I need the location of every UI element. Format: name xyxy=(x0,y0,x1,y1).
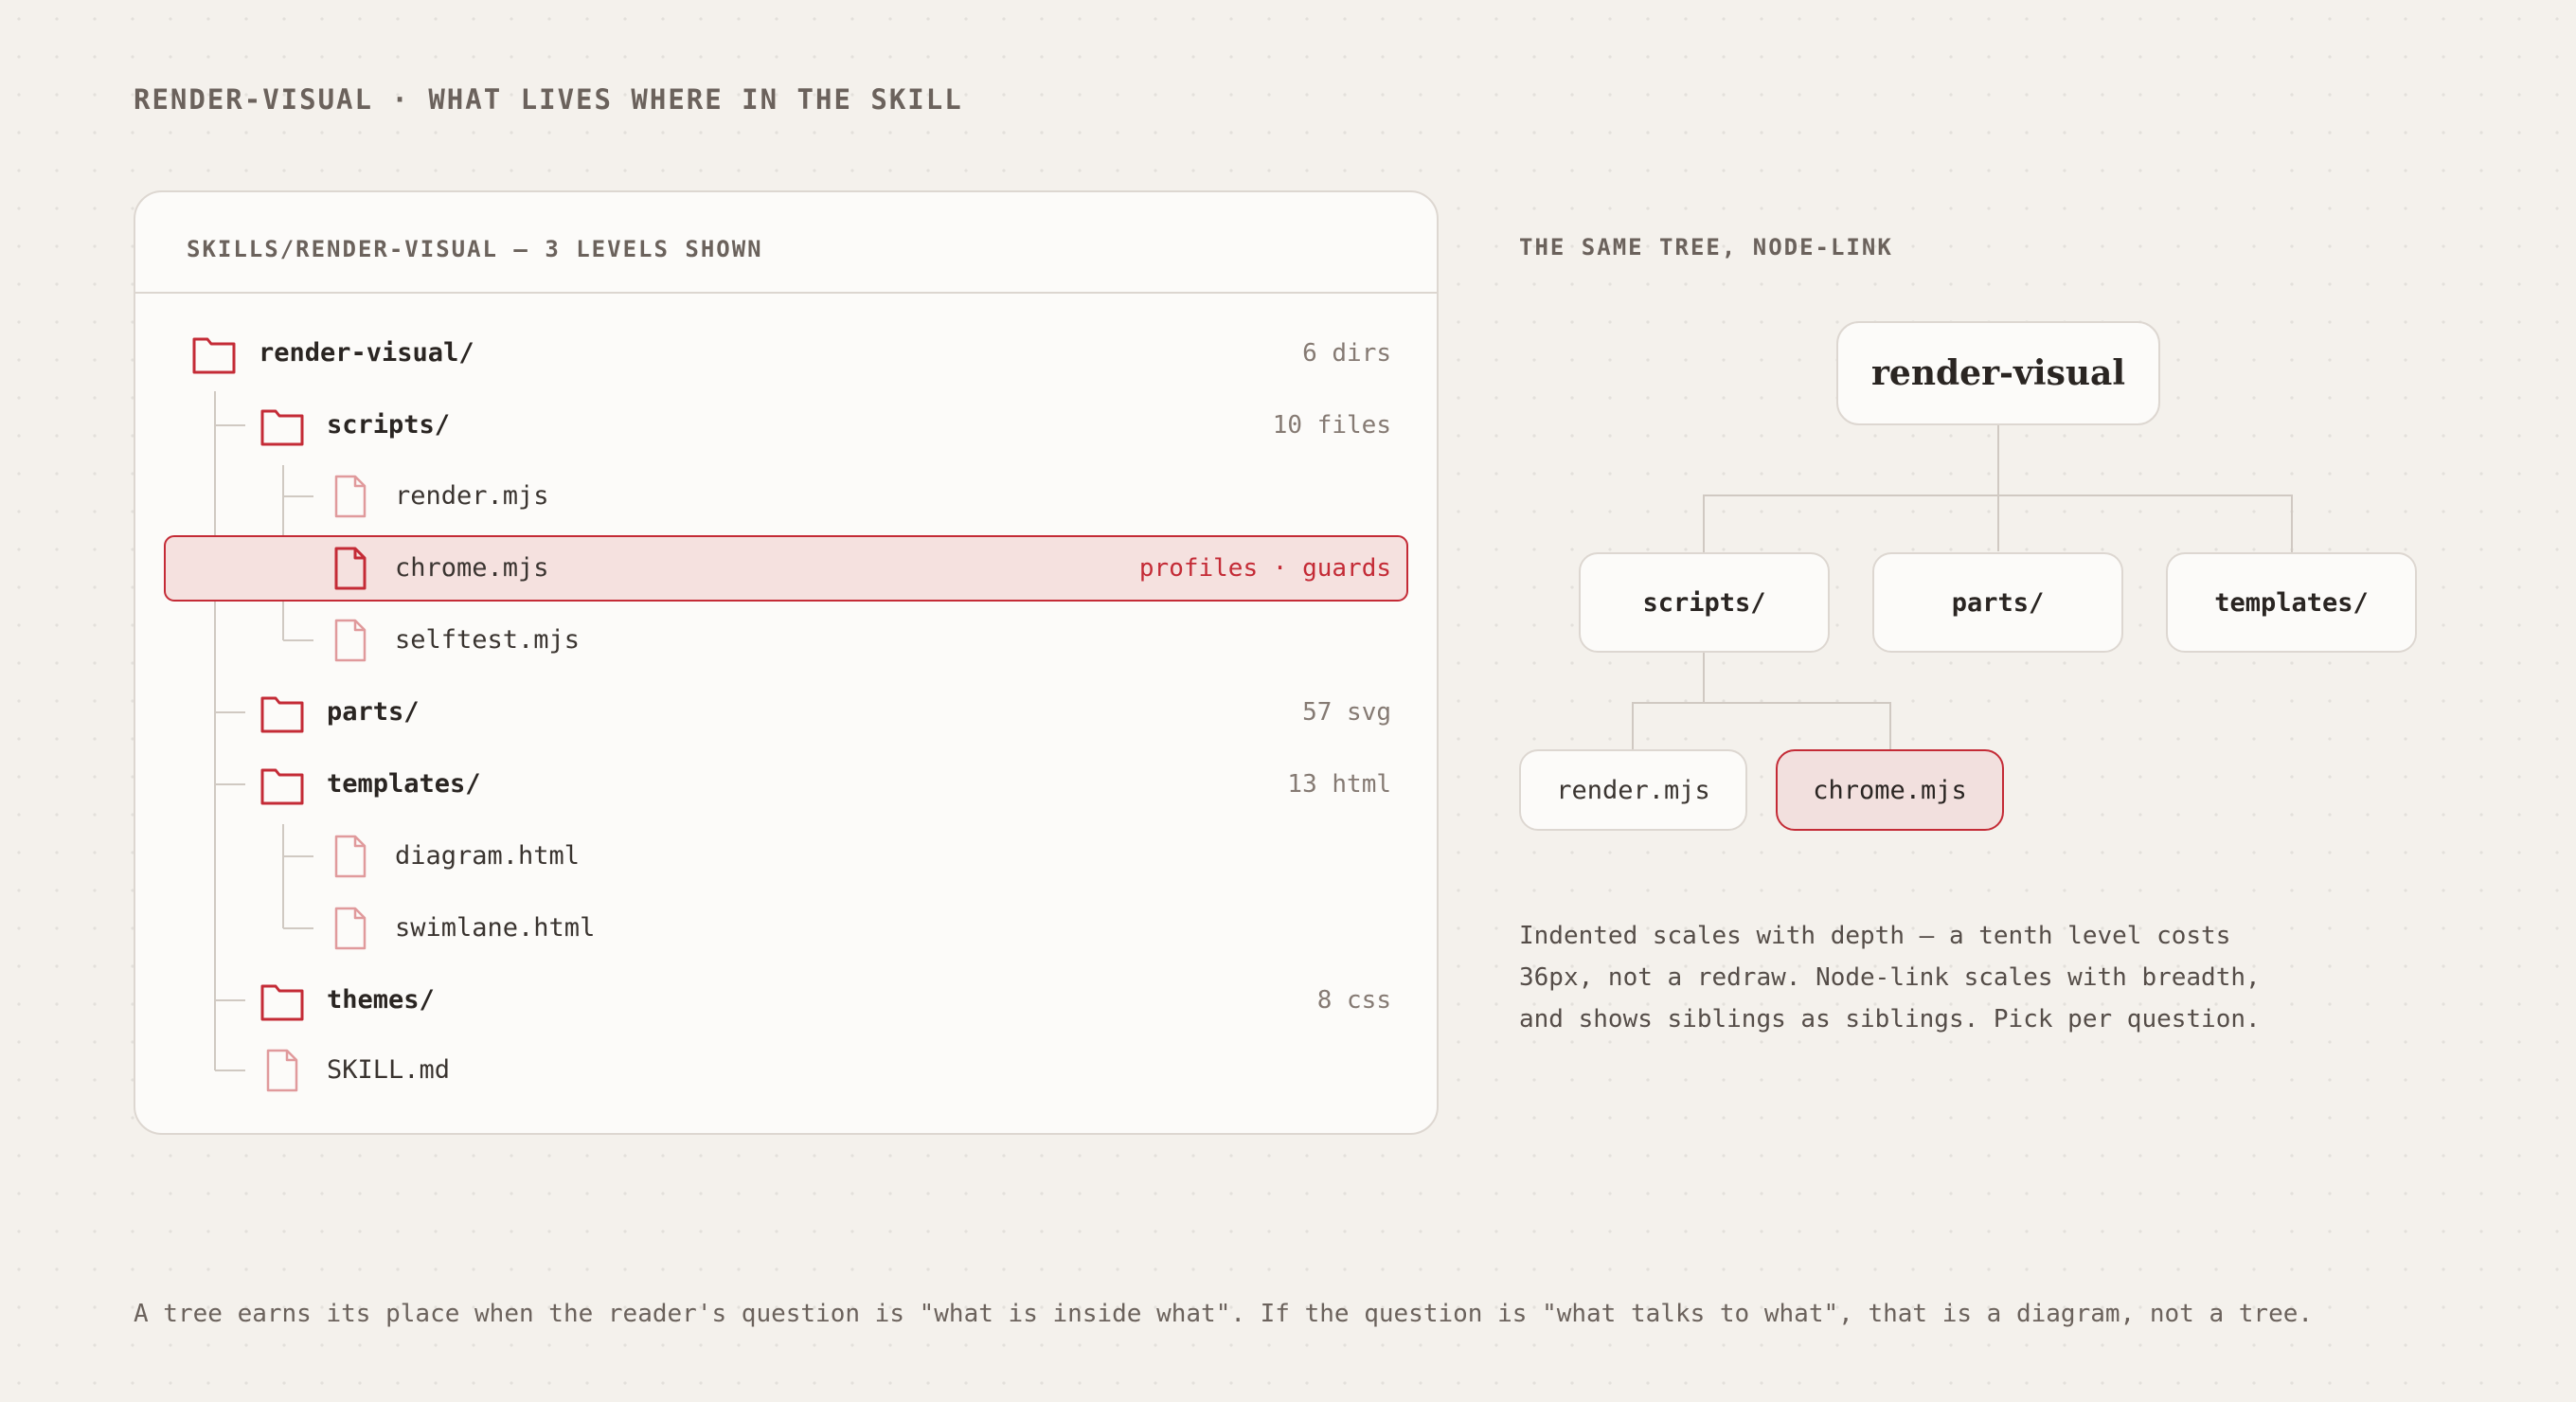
file-icon xyxy=(334,835,367,878)
folder-icon xyxy=(192,337,236,374)
file-icon xyxy=(334,547,367,590)
tree-row-label: parts/ xyxy=(327,697,420,727)
file-icon xyxy=(334,475,367,518)
folder-icon xyxy=(260,696,304,733)
tree-row-meta: profiles · guards xyxy=(1138,554,1391,583)
comparison-note: Indented scales with depth — a tenth lev… xyxy=(1519,922,2261,1034)
file-icon xyxy=(266,1049,298,1092)
folder-icon xyxy=(260,984,304,1021)
tree-row-label: chrome.mjs xyxy=(395,553,549,583)
tree-row-label: themes/ xyxy=(327,985,435,1015)
tree-row-label: selftest.mjs xyxy=(395,625,581,655)
node-templates[interactable]: templates/ xyxy=(2166,552,2417,653)
tree-row-label: diagram.html xyxy=(395,841,581,871)
tree-row-label: swimlane.html xyxy=(395,913,596,943)
tree-row-meta: 10 files xyxy=(1272,411,1391,440)
tree-row-label: scripts/ xyxy=(327,410,451,440)
tree-row-meta: 13 html xyxy=(1287,770,1391,799)
tree-row-label: render-visual/ xyxy=(259,338,474,368)
folder-icon xyxy=(260,409,304,446)
tree-row-label: templates/ xyxy=(327,769,481,799)
node-scripts[interactable]: scripts/ xyxy=(1579,552,1830,653)
node-parts[interactable]: parts/ xyxy=(1872,552,2123,653)
tree-row-label: render.mjs xyxy=(395,481,549,511)
folder-icon xyxy=(260,768,304,805)
file-icon xyxy=(334,619,367,662)
tree-row-label: SKILL.md xyxy=(327,1055,451,1085)
tree-row-meta: 8 css xyxy=(1316,986,1391,1015)
node-chrome-mjs[interactable]: chrome.mjs xyxy=(1776,749,2004,831)
node-render-visual[interactable]: render-visual xyxy=(1836,321,2160,425)
node-render-mjs[interactable]: render.mjs xyxy=(1519,749,1747,831)
file-icon xyxy=(334,907,367,950)
tree-row-meta: 57 svg xyxy=(1302,698,1391,727)
footer-caption: A tree earns its place when the reader's… xyxy=(134,1300,2314,1328)
tree-row-meta: 6 dirs xyxy=(1302,339,1391,368)
